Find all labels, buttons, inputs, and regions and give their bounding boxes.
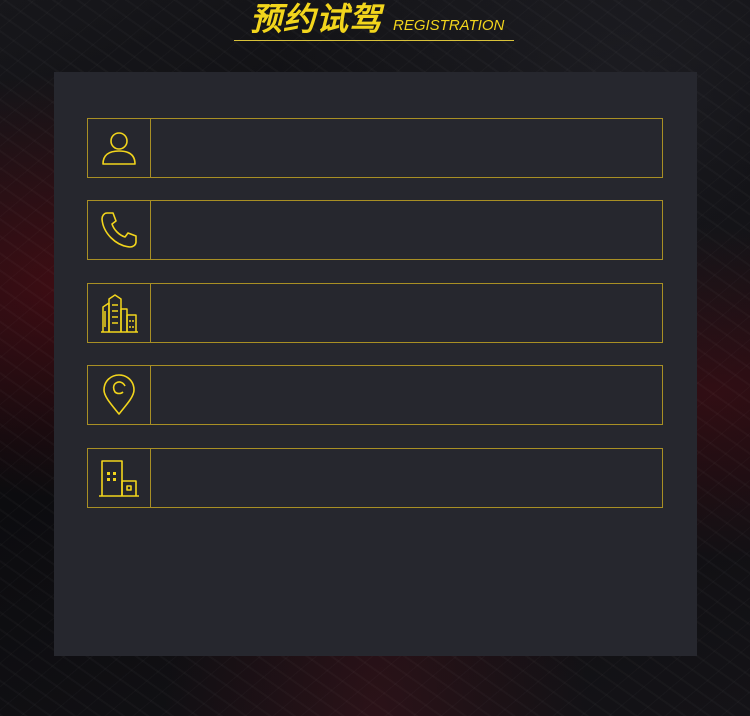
phone-field-icon-box (88, 201, 151, 259)
registration-form (54, 72, 697, 656)
phone-input[interactable] (151, 201, 662, 259)
name-field-icon-box (88, 119, 151, 177)
location-pin-icon (101, 374, 137, 416)
phone-icon (99, 210, 139, 250)
location-field (87, 365, 663, 425)
page-subtitle: REGISTRATION (393, 17, 505, 34)
city-field-icon-box (88, 284, 151, 342)
building-icon (98, 459, 140, 497)
name-input[interactable] (151, 119, 662, 177)
location-field-icon-box (88, 366, 151, 424)
dealer-input[interactable] (151, 449, 662, 507)
user-icon (100, 129, 138, 167)
phone-field (87, 200, 663, 260)
city-field (87, 283, 663, 343)
name-field (87, 118, 663, 178)
city-icon (99, 293, 139, 333)
address-input[interactable] (151, 366, 662, 424)
page-header: 预约试驾 REGISTRATION (234, 0, 514, 41)
dealer-field-icon-box (88, 449, 151, 507)
dealer-field (87, 448, 663, 508)
page-title: 预约试驾 (250, 0, 383, 38)
city-input[interactable] (151, 284, 662, 342)
